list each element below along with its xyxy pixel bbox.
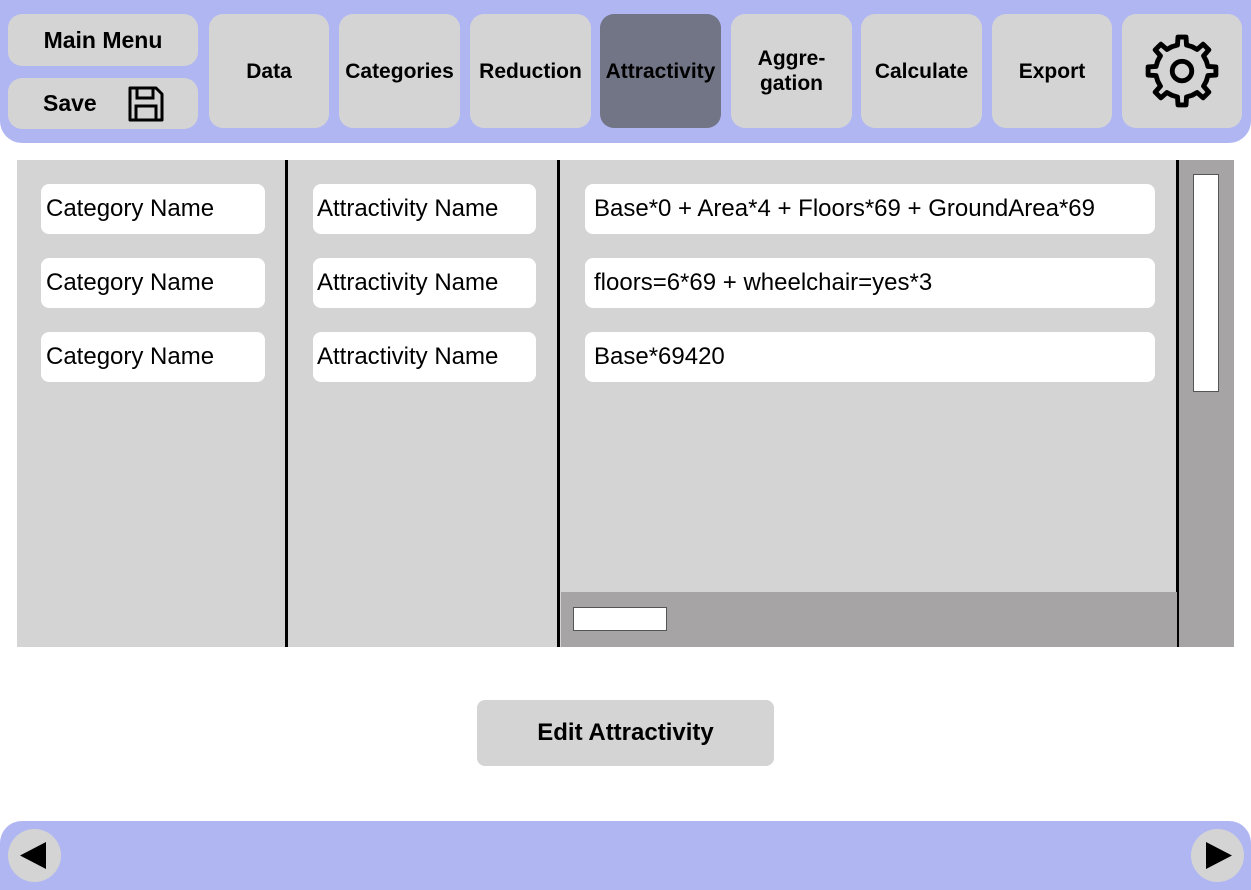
next-button[interactable] (1191, 829, 1244, 882)
attractivity-name-field[interactable]: Attractivity Name (313, 184, 536, 234)
main-menu-button[interactable]: Main Menu (8, 14, 198, 66)
triangle-right-icon (1206, 842, 1232, 869)
save-button[interactable]: Save (8, 78, 198, 129)
settings-button[interactable] (1122, 14, 1242, 128)
horizontal-scrollbar-thumb[interactable] (573, 607, 667, 631)
category-name-field[interactable]: Category Name (41, 184, 265, 234)
tab-data[interactable]: Data (209, 14, 329, 128)
tab-reduction[interactable]: Reduction (470, 14, 591, 128)
floppy-disk-icon (128, 86, 164, 122)
tab-calculate-label: Calculate (874, 59, 969, 83)
attractivity-formula-field[interactable]: Base*0 + Area*4 + Floors*69 + GroundArea… (585, 184, 1155, 234)
edit-attractivity-label: Edit Attractivity (537, 719, 714, 746)
category-name-field[interactable]: Category Name (41, 332, 265, 382)
tab-aggregation[interactable]: Aggre- gation (731, 14, 852, 128)
previous-button[interactable] (8, 829, 61, 882)
edit-attractivity-button[interactable]: Edit Attractivity (477, 700, 774, 766)
triangle-left-icon (20, 842, 46, 869)
attractivity-formula-field[interactable]: floors=6*69 + wheelchair=yes*3 (585, 258, 1155, 308)
tab-attractivity-label: Attractivity (605, 59, 716, 83)
attractivity-formula-field[interactable]: Base*69420 (585, 332, 1155, 382)
bottom-navigation-bar (0, 821, 1251, 890)
attractivity-name-field[interactable]: Attractivity Name (313, 332, 536, 382)
tab-calculate[interactable]: Calculate (861, 14, 982, 128)
save-label: Save (43, 90, 97, 116)
tab-reduction-label: Reduction (479, 59, 582, 83)
column-divider (557, 160, 560, 647)
tab-export[interactable]: Export (992, 14, 1112, 128)
tab-data-label: Data (246, 59, 292, 83)
tab-export-label: Export (1018, 59, 1086, 83)
main-menu-label: Main Menu (43, 26, 163, 53)
vertical-scrollbar-thumb[interactable] (1193, 174, 1219, 392)
tab-aggregation-label: Aggre- gation (757, 47, 826, 95)
attractivity-name-field[interactable]: Attractivity Name (313, 258, 536, 308)
tab-attractivity[interactable]: Attractivity (600, 14, 721, 128)
gear-icon (1145, 34, 1219, 108)
tab-categories[interactable]: Categories (339, 14, 460, 128)
category-name-field[interactable]: Category Name (41, 258, 265, 308)
column-divider (285, 160, 288, 647)
tab-categories-label: Categories (345, 59, 454, 83)
